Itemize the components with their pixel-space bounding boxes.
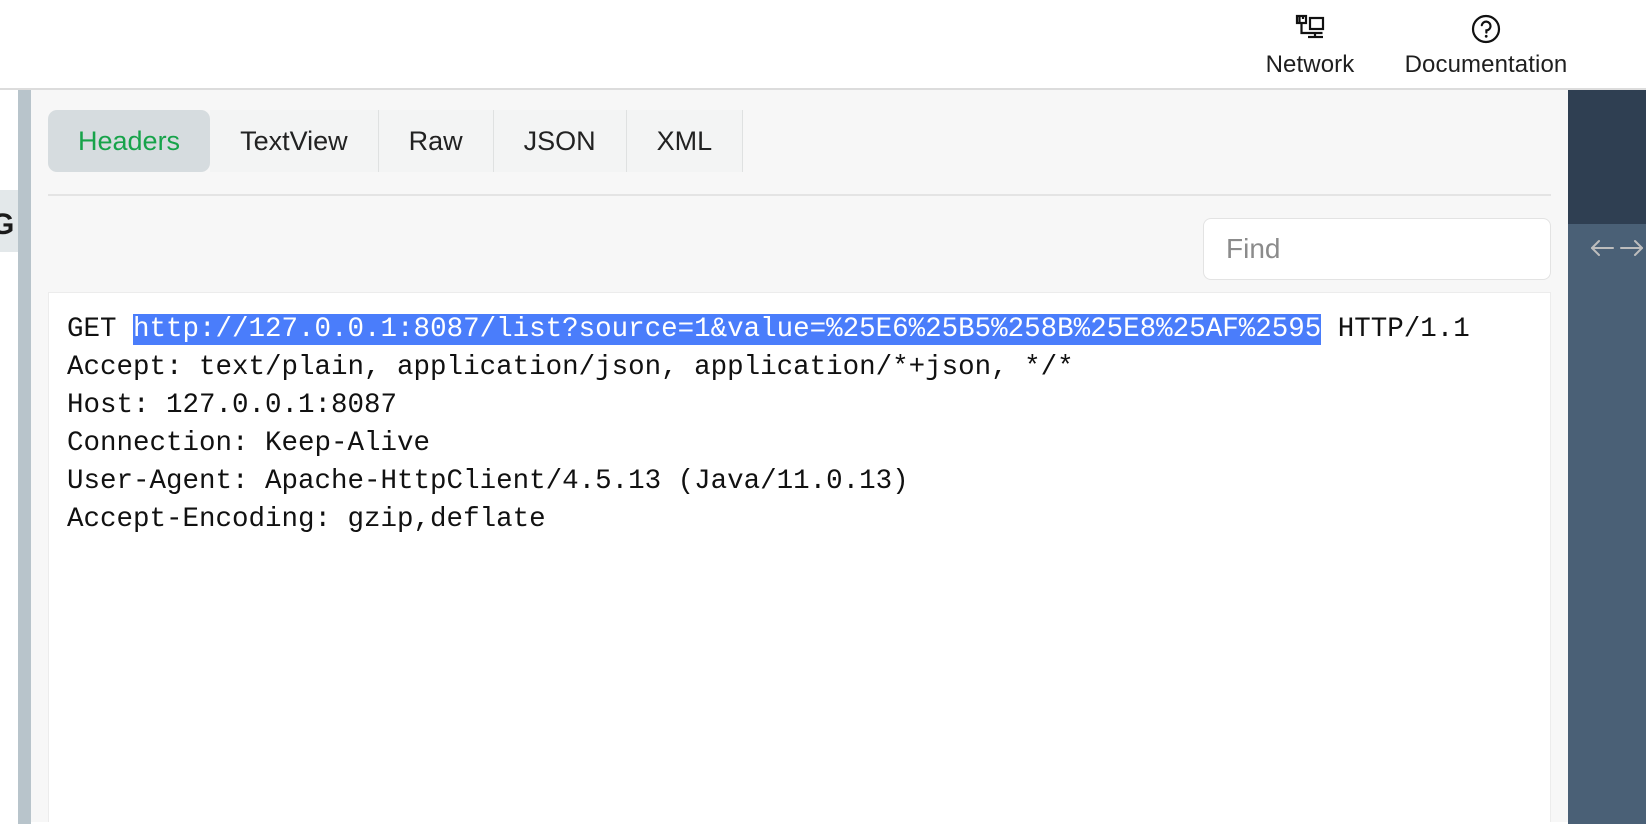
header-line-accept-encoding: Accept-Encoding: gzip,deflate: [67, 504, 546, 535]
request-url-highlighted[interactable]: http://127.0.0.1:8087/list?source=1&valu…: [133, 314, 1322, 345]
header-line-user-agent: User-Agent: Apache-HttpClient/4.5.13 (Ja…: [67, 466, 909, 497]
tab-raw-label: Raw: [408, 125, 463, 156]
tabs-separator: [48, 194, 1551, 196]
find-bar: [1203, 218, 1643, 280]
tab-raw[interactable]: Raw: [378, 110, 494, 172]
arrow-left-icon: [1587, 236, 1617, 263]
header-line-connection: Connection: Keep-Alive: [67, 428, 431, 459]
header-line-accept: Accept: text/plain, application/json, ap…: [67, 352, 1074, 383]
view-tabs: Headers TextView Raw JSON XML: [48, 110, 744, 172]
request-version: HTTP/1.1: [1321, 314, 1470, 345]
documentation-label: Documentation: [1404, 51, 1568, 78]
left-truncated-column: G: [0, 90, 18, 824]
arrow-right-icon: [1617, 236, 1646, 263]
vertical-divider[interactable]: [18, 90, 31, 824]
question-circle-icon: [1469, 11, 1503, 47]
content-frame: G Headers TextView Raw JSON XML Find GET…: [0, 88, 1646, 824]
headers-text-block: GET http://127.0.0.1:8087/list?source=1&…: [67, 311, 1550, 539]
tab-textview-label: TextView: [240, 125, 348, 156]
right-rail: [1568, 90, 1646, 824]
find-prev-button[interactable]: [1587, 227, 1617, 271]
top-toolbar: Network Documentation: [0, 0, 1646, 88]
header-line-host: Host: 127.0.0.1:8087: [67, 390, 398, 421]
tab-textview[interactable]: TextView: [210, 110, 379, 172]
headers-content-card[interactable]: GET http://127.0.0.1:8087/list?source=1&…: [48, 292, 1551, 822]
tab-headers[interactable]: Headers: [48, 110, 211, 172]
find-next-button[interactable]: [1617, 227, 1646, 271]
find-input[interactable]: [1226, 219, 1587, 279]
network-icon: [1293, 11, 1327, 47]
tab-json-label: JSON: [523, 125, 596, 156]
documentation-button[interactable]: Documentation: [1398, 0, 1574, 88]
right-rail-top-segment: [1568, 90, 1646, 224]
network-label: Network: [1265, 51, 1355, 78]
right-rail-bottom-segment: [1568, 224, 1646, 824]
left-truncated-label: G: [0, 208, 15, 241]
request-method: GET: [67, 314, 134, 345]
tab-headers-label: Headers: [78, 125, 181, 156]
network-button[interactable]: Network: [1222, 0, 1398, 88]
tab-json[interactable]: JSON: [493, 110, 627, 172]
response-panel: Headers TextView Raw JSON XML Find GET h…: [31, 90, 1643, 822]
tab-xml[interactable]: XML: [626, 110, 744, 172]
tab-xml-label: XML: [656, 125, 713, 156]
